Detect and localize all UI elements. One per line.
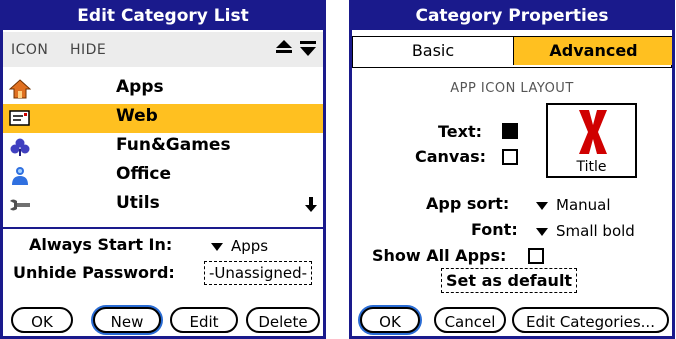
list-item-label: Utils xyxy=(116,193,160,213)
show-all-apps-label: Show All Apps: xyxy=(372,246,507,265)
tab-advanced[interactable]: Advanced xyxy=(514,37,672,65)
house-icon xyxy=(8,79,32,99)
edit-category-list-screen: Edit Category List ICON HIDE Apps Web Fu… xyxy=(0,0,326,339)
section-heading: APP ICON LAYOUT xyxy=(450,81,574,96)
list-item-label: Office xyxy=(116,164,172,184)
dropdown-arrow-icon xyxy=(211,242,223,251)
window-title: Category Properties xyxy=(352,3,672,30)
list-item-label: Apps xyxy=(116,77,164,97)
dropdown-arrow-icon xyxy=(536,227,548,236)
list-item-apps[interactable]: Apps xyxy=(3,75,323,104)
edit-button[interactable]: Edit xyxy=(170,307,238,333)
category-properties-screen: Category Properties Basic Advanced APP I… xyxy=(349,0,675,339)
canvas-label: Canvas: xyxy=(415,147,487,166)
move-up-icon[interactable] xyxy=(275,39,293,61)
new-button[interactable]: New xyxy=(93,307,161,333)
always-start-picker[interactable]: Apps xyxy=(211,237,268,255)
list-item-label: Fun&Games xyxy=(116,135,231,155)
text-label: Text: xyxy=(438,122,483,141)
dropdown-arrow-icon xyxy=(536,201,548,210)
list-item-fun-games[interactable]: Fun&Games xyxy=(3,133,323,162)
cancel-button[interactable]: Cancel xyxy=(434,307,506,333)
category-list: Apps Web Fun&Games Office Utils xyxy=(3,75,323,220)
app-sort-picker[interactable]: Manual xyxy=(536,196,611,214)
app-sort-value: Manual xyxy=(556,196,611,214)
unhide-password-field[interactable]: -Unassigned- xyxy=(204,261,313,285)
tab-basic[interactable]: Basic xyxy=(353,37,514,65)
icon-column-header: ICON xyxy=(11,42,49,58)
wrench-icon xyxy=(9,195,31,215)
divider xyxy=(3,227,323,229)
set-as-default-button[interactable]: Set as default xyxy=(441,268,578,293)
show-all-apps-checkbox[interactable] xyxy=(528,248,544,264)
font-value: Small bold xyxy=(556,222,635,240)
clover-icon xyxy=(9,137,31,157)
unhide-password-label: Unhide Password: xyxy=(13,263,175,282)
ok-button[interactable]: OK xyxy=(11,307,73,333)
canvas-checkbox[interactable] xyxy=(502,149,518,165)
font-label: Font: xyxy=(471,220,518,239)
icon-layout-preview: Title xyxy=(546,103,637,178)
hide-column-header: HIDE xyxy=(70,42,107,58)
mail-card-icon xyxy=(9,108,31,128)
tab-bar: Basic Advanced xyxy=(352,36,672,68)
scroll-down-icon[interactable] xyxy=(305,197,317,217)
text-checkbox[interactable] xyxy=(502,123,518,139)
list-item-web[interactable]: Web xyxy=(3,104,323,133)
list-item-office[interactable]: Office xyxy=(3,162,323,191)
people-icon xyxy=(9,166,31,186)
list-item-utils[interactable]: Utils xyxy=(3,191,323,220)
ok-button[interactable]: OK xyxy=(360,307,420,333)
always-start-label: Always Start In: xyxy=(29,235,173,254)
window-title: Edit Category List xyxy=(3,3,323,30)
app-sort-label: App sort: xyxy=(426,194,510,213)
x-mark-icon xyxy=(573,107,613,164)
edit-categories-button[interactable]: Edit Categories... xyxy=(512,307,669,333)
preview-title: Title xyxy=(576,159,607,175)
move-down-icon[interactable] xyxy=(299,39,317,61)
font-picker[interactable]: Small bold xyxy=(536,222,635,240)
always-start-value: Apps xyxy=(231,237,269,255)
list-header: ICON HIDE xyxy=(3,32,323,67)
list-item-label: Web xyxy=(116,106,158,126)
delete-button[interactable]: Delete xyxy=(246,307,320,333)
